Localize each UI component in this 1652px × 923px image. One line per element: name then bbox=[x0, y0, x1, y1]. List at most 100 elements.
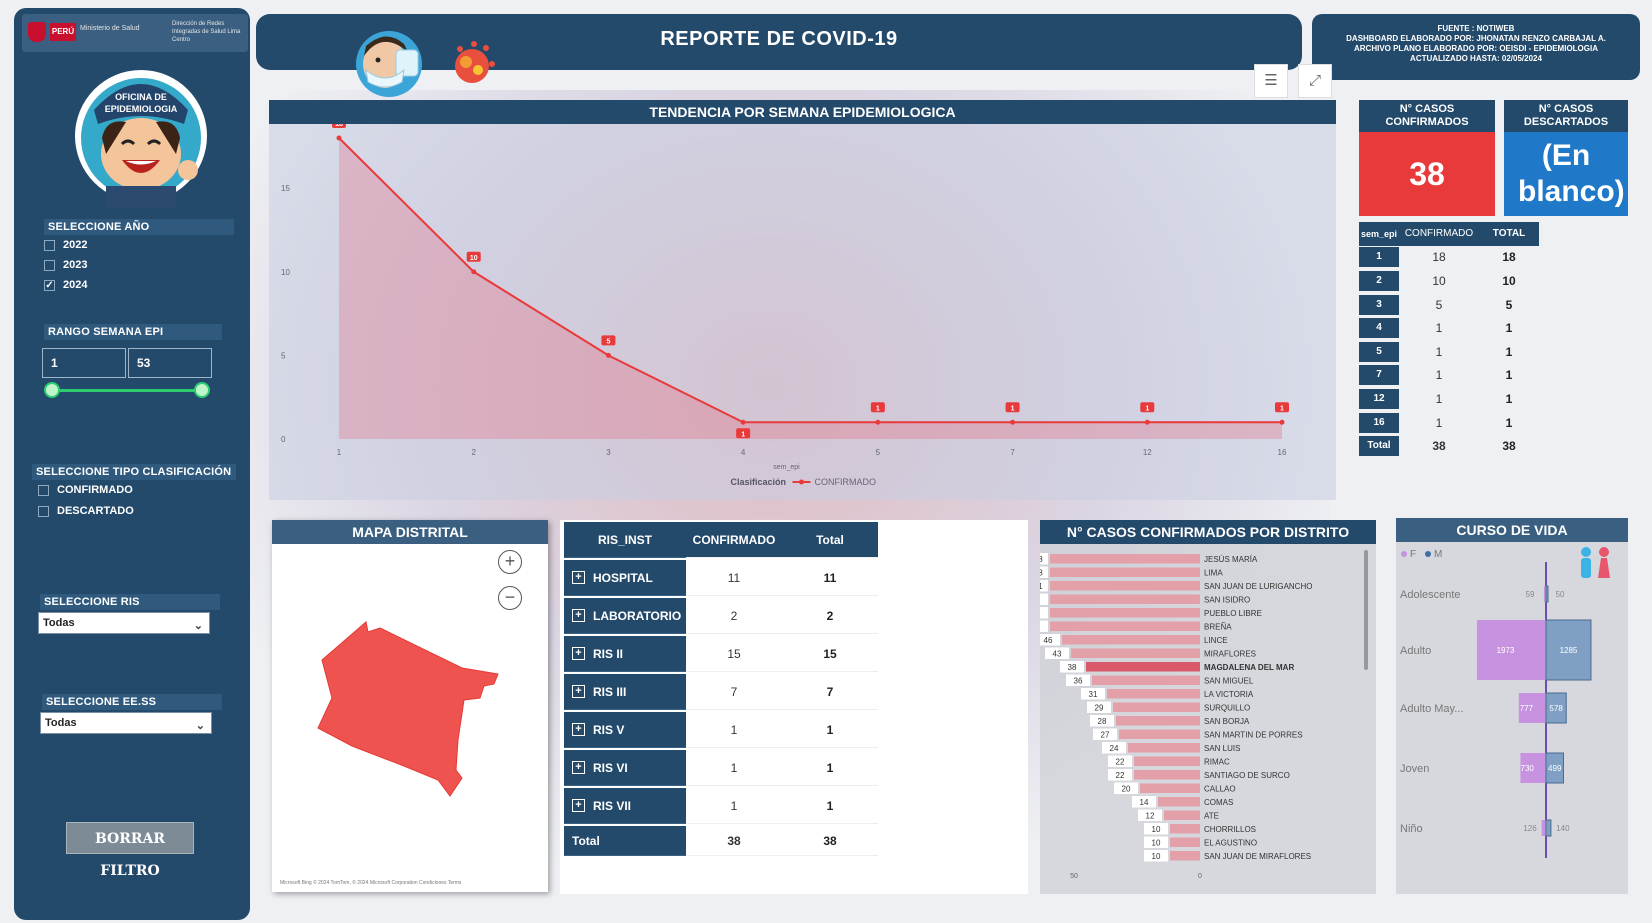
column-header[interactable]: RIS_INST bbox=[564, 522, 686, 558]
district-bar bbox=[1071, 648, 1200, 658]
female-value-label: 59 bbox=[1526, 590, 1535, 599]
x-tick-label: 1 bbox=[337, 448, 342, 457]
male-value-label: 50 bbox=[1556, 590, 1565, 599]
ministry-logo: PERÚ Ministerio de Salud Dirección de Re… bbox=[22, 14, 248, 52]
week-range-slider-track[interactable] bbox=[52, 389, 202, 392]
district-name-label: MIRAFLORES bbox=[1204, 650, 1256, 659]
district-bar bbox=[1134, 756, 1200, 766]
kpi-confirmed-value: 38 bbox=[1359, 132, 1495, 216]
filter-icon[interactable]: ☰ bbox=[1254, 64, 1288, 98]
series-area-confirmado bbox=[339, 138, 1282, 439]
district-name-label: CHORRILLOS bbox=[1204, 825, 1256, 834]
district-bar bbox=[1170, 837, 1200, 847]
column-header[interactable]: sem_epi bbox=[1359, 222, 1399, 245]
focus-mode-icon[interactable]: ⤢ bbox=[1298, 64, 1332, 98]
table-row: 411 bbox=[1359, 316, 1539, 340]
table-row: + LABORATORIO 2 2 bbox=[564, 598, 878, 634]
district-value-box bbox=[1040, 607, 1048, 619]
district-value-label: 22 bbox=[1116, 758, 1125, 767]
expand-icon[interactable]: + bbox=[572, 647, 585, 660]
checkbox-icon[interactable] bbox=[44, 259, 55, 271]
table-row: + HOSPITAL 11 11 bbox=[564, 560, 878, 596]
female-value-label: 777 bbox=[1520, 704, 1534, 713]
table-row: + RIS II 15 15 bbox=[564, 636, 878, 672]
category-label: Adulto bbox=[1400, 645, 1431, 657]
table-row: 1 18 18 bbox=[1359, 246, 1539, 270]
data-label: 1 bbox=[1280, 405, 1284, 412]
source-info-panel: FUENTE : NOTIWEB DASHBOARD ELABORADO POR… bbox=[1312, 14, 1640, 80]
column-header[interactable]: CONFIRMADO bbox=[1399, 222, 1479, 245]
checkbox-icon[interactable] bbox=[38, 484, 49, 496]
map-attribution: Microsoft Bing © 2024 TomTom, © 2024 Mic… bbox=[280, 880, 462, 886]
kpi-discarded-value: (En blanco) bbox=[1504, 132, 1628, 216]
kpi-discarded-label: N° CASOS DESCARTADOS bbox=[1504, 100, 1628, 132]
male-value-label: 578 bbox=[1549, 704, 1563, 713]
ris-select[interactable]: Todas ⌄ bbox=[38, 612, 210, 634]
expand-icon[interactable]: + bbox=[572, 571, 585, 584]
category-label: Joven bbox=[1400, 763, 1429, 775]
checkbox-checked-icon[interactable]: ✓ bbox=[44, 279, 55, 291]
classification-option-confirmado[interactable]: CONFIRMADO bbox=[38, 483, 133, 497]
column-header[interactable]: TOTAL bbox=[1479, 222, 1539, 245]
ris-table: RIS_INST CONFIRMADO Total + HOSPITAL 11 11 … bbox=[560, 520, 1028, 894]
district-name-label: COMAS bbox=[1204, 798, 1233, 807]
expand-icon[interactable]: + bbox=[572, 761, 585, 774]
district-name-label: SAN MARTIN DE PORRES bbox=[1204, 731, 1303, 740]
district-name-label: SAN BORJA bbox=[1204, 717, 1250, 726]
eess-select[interactable]: Todas ⌄ bbox=[40, 712, 212, 734]
district-value-label: 10 bbox=[1152, 839, 1161, 848]
district-bar bbox=[1113, 702, 1200, 712]
virus-icon bbox=[455, 41, 495, 83]
expand-icon[interactable]: + bbox=[572, 799, 585, 812]
category-label: Adulto May... bbox=[1400, 703, 1463, 715]
legend-label-female: F bbox=[1410, 549, 1416, 560]
district-bar-chart-panel: N° CASOS CONFIRMADOS POR DISTRITO 448JES… bbox=[1040, 520, 1376, 894]
life-course-pyramid-chart: F M Adolescente 59 50 Adulto 1973 1285 Adulto Ma… bbox=[1400, 547, 1610, 858]
data-point bbox=[875, 419, 881, 425]
district-map-shape[interactable] bbox=[272, 550, 548, 850]
district-bar bbox=[1050, 621, 1200, 631]
data-label: 1 bbox=[741, 431, 745, 438]
source-line: FUENTE : NOTIWEB bbox=[1437, 24, 1515, 33]
logo-country: PERÚ bbox=[50, 23, 76, 41]
peru-shield-icon bbox=[28, 22, 46, 42]
data-label: 1 bbox=[1011, 405, 1015, 412]
week-range-slider-end-handle[interactable] bbox=[194, 382, 210, 398]
district-value-label: 22 bbox=[1116, 771, 1125, 780]
kpi-discarded-card: N° CASOS DESCARTADOS (En blanco) bbox=[1504, 100, 1628, 216]
week-range-from-input[interactable]: 1 bbox=[42, 348, 126, 378]
data-label: 1 bbox=[876, 405, 880, 412]
data-point bbox=[740, 419, 746, 425]
district-value-label: 38 bbox=[1068, 663, 1077, 672]
category-label: Niño bbox=[1400, 823, 1423, 835]
district-bar bbox=[1116, 716, 1200, 726]
scrollbar[interactable] bbox=[1364, 550, 1368, 670]
sidebar: PERÚ Ministerio de Salud Dirección de Re… bbox=[14, 8, 250, 920]
checkbox-icon[interactable] bbox=[44, 239, 55, 251]
x-tick-label: 4 bbox=[741, 448, 746, 457]
column-header[interactable]: CONFIRMADO bbox=[686, 522, 782, 558]
district-value-label: 24 bbox=[1110, 744, 1119, 753]
district-bar bbox=[1050, 581, 1200, 591]
data-point bbox=[1279, 419, 1285, 425]
column-header[interactable]: Total bbox=[782, 522, 878, 558]
x-tick-label: 3 bbox=[606, 448, 611, 457]
female-person-icon bbox=[1598, 558, 1610, 578]
district-value-box bbox=[1040, 620, 1048, 632]
classification-option-descartado[interactable]: DESCARTADO bbox=[38, 504, 134, 518]
district-map-panel: MAPA DISTRITAL + − Microsoft Bing © 2024… bbox=[272, 520, 548, 892]
week-range-to-input[interactable]: 53 bbox=[128, 348, 212, 378]
y-tick-label: 10 bbox=[281, 268, 290, 277]
expand-icon[interactable]: + bbox=[572, 685, 585, 698]
expand-icon[interactable]: + bbox=[572, 609, 585, 622]
checkbox-icon[interactable] bbox=[38, 505, 49, 517]
female-value-label: 730 bbox=[1521, 764, 1535, 773]
district-bar bbox=[1158, 797, 1200, 807]
clear-filter-button[interactable]: BORRAR FILTRO bbox=[66, 822, 194, 879]
expand-icon[interactable]: + bbox=[572, 723, 585, 736]
year-option-2022[interactable]: 2022 bbox=[44, 238, 87, 252]
year-option-2024[interactable]: ✓ 2024 bbox=[44, 278, 87, 292]
trend-line-chart: 05101518110253141517112116sem_epiClasifi… bbox=[281, 124, 1289, 487]
year-option-2023[interactable]: 2023 bbox=[44, 258, 87, 272]
week-range-slider-start-handle[interactable] bbox=[44, 382, 60, 398]
